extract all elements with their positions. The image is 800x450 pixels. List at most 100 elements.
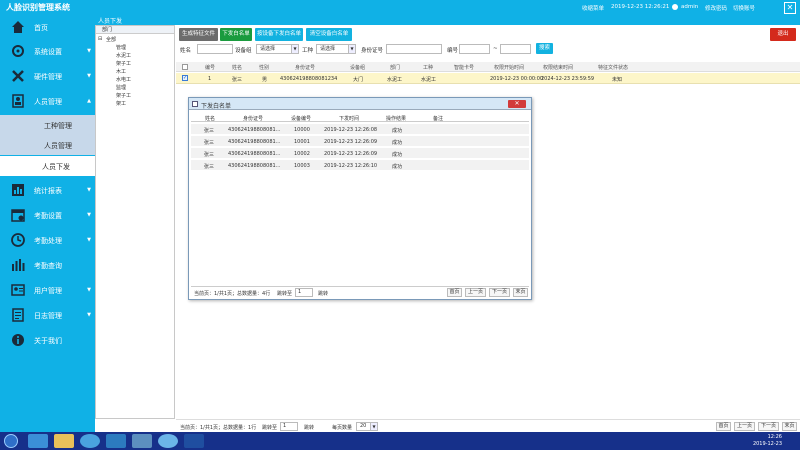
- prev-page-button[interactable]: 上一页: [734, 422, 755, 431]
- dialog-title: 下发白名单: [201, 103, 232, 110]
- tree-node[interactable]: 水泥工: [116, 52, 131, 59]
- number-to-input[interactable]: [500, 44, 531, 54]
- sidebar-item-label: 关于我们: [34, 337, 62, 345]
- tree-collapse-icon[interactable]: ⊟: [98, 36, 102, 42]
- column-header[interactable]: 性别: [259, 64, 269, 71]
- dialog-row[interactable]: 张三 430624198808081... 10001 2019-12-23 1…: [191, 136, 529, 147]
- dialog-row[interactable]: 张三 430624198808081... 10000 2019-12-23 1…: [191, 124, 529, 135]
- sidebar-sub-personnel[interactable]: 人员管理: [0, 135, 95, 155]
- cell-idcard: 430624198808081...: [228, 163, 281, 169]
- column-header[interactable]: 权限开始时间: [494, 64, 524, 71]
- sidebar-item-label: 系统设置: [34, 48, 62, 56]
- column-header[interactable]: 权限结束时间: [543, 64, 573, 71]
- close-icon[interactable]: ✕: [508, 100, 526, 108]
- dispatch-whitelist-button[interactable]: 下发白名单: [220, 28, 252, 41]
- app-icon[interactable]: [80, 434, 100, 448]
- idcard-input[interactable]: [386, 44, 442, 54]
- column-header[interactable]: 编号: [205, 64, 215, 71]
- cell-device: 10003: [294, 163, 310, 169]
- app-icon[interactable]: [106, 434, 126, 448]
- app-icon[interactable]: [158, 434, 178, 448]
- sidebar-item-about[interactable]: 关于我们: [0, 329, 95, 351]
- first-page-button[interactable]: 首页: [716, 422, 731, 431]
- exit-button[interactable]: 退出: [770, 28, 796, 41]
- sidebar-item-home[interactable]: 首页: [0, 16, 95, 38]
- name-input[interactable]: [197, 44, 233, 54]
- tree-node[interactable]: 架子工: [116, 60, 131, 67]
- dispatch-whitelist-dialog: 下发白名单 ✕ 姓名 身份证号 设备编号 下发时间 操作结果 备注 张三 430…: [188, 97, 532, 300]
- first-page-button[interactable]: 首页: [447, 288, 462, 297]
- device-dispatch-button[interactable]: 按设备下发白名单: [255, 28, 303, 41]
- tree-node[interactable]: 木工: [116, 68, 126, 75]
- sidebar-item-report[interactable]: 统计报表 ▼: [0, 179, 95, 201]
- chevron-up-icon: ▲: [87, 98, 91, 104]
- last-page-button[interactable]: 末页: [782, 422, 797, 431]
- ie-icon[interactable]: [28, 434, 48, 448]
- sidebar: 首页 系统设置 ▼ 硬件管理 ▼ 人员管理 ▲ 工种管理 人员管理 人员下发 统…: [0, 16, 95, 432]
- start-icon[interactable]: [4, 434, 18, 448]
- prev-page-button[interactable]: 上一页: [465, 288, 486, 297]
- sidebar-item-logs[interactable]: 日志管理 ▼: [0, 304, 95, 326]
- dialog-row[interactable]: 张三 430624198808081... 10003 2019-12-23 1…: [191, 160, 529, 171]
- select-all-checkbox[interactable]: [182, 64, 188, 70]
- sidebar-sub-label: 人员管理: [44, 142, 72, 150]
- cell-start: 2019-12-23 00:00:00: [490, 76, 544, 82]
- column-header: 操作结果: [386, 116, 407, 122]
- column-header[interactable]: 特征文件状态: [598, 64, 628, 71]
- worktype-select[interactable]: 请选择 ▼: [316, 44, 356, 54]
- close-icon[interactable]: ✕: [784, 2, 796, 14]
- device-group-select[interactable]: 请选择 ▼: [256, 44, 299, 54]
- jump-button[interactable]: 跳转: [318, 290, 328, 297]
- column-header[interactable]: 设备组: [350, 64, 365, 71]
- cell-time: 2019-12-23 12:26:08: [324, 127, 378, 133]
- app-icon[interactable]: [132, 434, 152, 448]
- app-icon[interactable]: [184, 434, 204, 448]
- sidebar-item-personnel[interactable]: 人员管理 ▲: [0, 90, 95, 112]
- next-page-button[interactable]: 下一页: [489, 288, 510, 297]
- tree-node[interactable]: 水电工: [116, 76, 131, 83]
- tree-node[interactable]: 监理: [116, 84, 126, 91]
- collapse-menu-link[interactable]: 收缩菜单: [582, 4, 604, 12]
- sidebar-item-attendance-process[interactable]: 考勤处理 ▼: [0, 229, 95, 251]
- column-header[interactable]: 工种: [423, 64, 433, 71]
- sidebar-item-users[interactable]: 用户管理 ▼: [0, 279, 95, 301]
- sidebar-item-label: 人员管理: [34, 98, 62, 106]
- user-icon: [672, 4, 678, 10]
- number-from-input[interactable]: [459, 44, 490, 54]
- column-header[interactable]: 智能卡号: [454, 64, 474, 71]
- sidebar-item-hardware[interactable]: 硬件管理 ▼: [0, 65, 95, 87]
- switch-account-link[interactable]: 切换账号: [733, 4, 755, 12]
- column-header[interactable]: 部门: [390, 64, 400, 71]
- folder-icon[interactable]: [54, 434, 74, 448]
- tree-node[interactable]: 管理: [116, 44, 126, 51]
- search-button[interactable]: 搜索: [536, 43, 553, 54]
- jump-button[interactable]: 跳转: [304, 424, 314, 431]
- chevron-down-icon: ▼: [348, 45, 355, 53]
- sidebar-item-attendance-settings[interactable]: 考勤设置 ▼: [0, 204, 95, 226]
- generate-feature-button[interactable]: 生成特征文件: [179, 28, 218, 41]
- column-header[interactable]: 姓名: [232, 64, 242, 71]
- cell-name: 张三: [204, 164, 215, 170]
- clear-whitelist-button[interactable]: 清空设备白名单: [306, 28, 352, 41]
- sidebar-item-system[interactable]: 系统设置 ▼: [0, 40, 95, 62]
- sidebar-sub-worktype[interactable]: 工种管理: [0, 115, 95, 135]
- tree-node[interactable]: 架子工: [116, 92, 131, 99]
- home-icon: [12, 21, 24, 33]
- app-title: 人脸识别管理系统: [6, 3, 70, 12]
- row-checkbox[interactable]: ✓: [182, 75, 188, 81]
- cell-time: 2019-12-23 12:26:10: [324, 163, 378, 169]
- tree-node-all[interactable]: 全部: [106, 36, 116, 43]
- dialog-row[interactable]: 张三 430624198808081... 10002 2019-12-23 1…: [191, 148, 529, 159]
- next-page-button[interactable]: 下一页: [758, 422, 779, 431]
- pagesize-select[interactable]: 20 ▼: [356, 422, 378, 431]
- change-password-link[interactable]: 修改密码: [705, 4, 727, 12]
- tree-node[interactable]: 架工: [116, 100, 126, 107]
- sidebar-item-label: 硬件管理: [34, 73, 62, 81]
- sidebar-sub-dispatch[interactable]: 人员下发: [0, 156, 95, 176]
- sidebar-item-attendance-query[interactable]: 考勤查询: [0, 254, 95, 276]
- page-input[interactable]: 1: [295, 288, 313, 297]
- column-header[interactable]: 身份证号: [295, 64, 315, 71]
- page-input[interactable]: 1: [280, 422, 298, 431]
- last-page-button[interactable]: 末页: [513, 288, 528, 297]
- table-row[interactable]: ✓ 1 张三 男 430624198808081234 大门 水泥工 水泥工 2…: [176, 73, 800, 84]
